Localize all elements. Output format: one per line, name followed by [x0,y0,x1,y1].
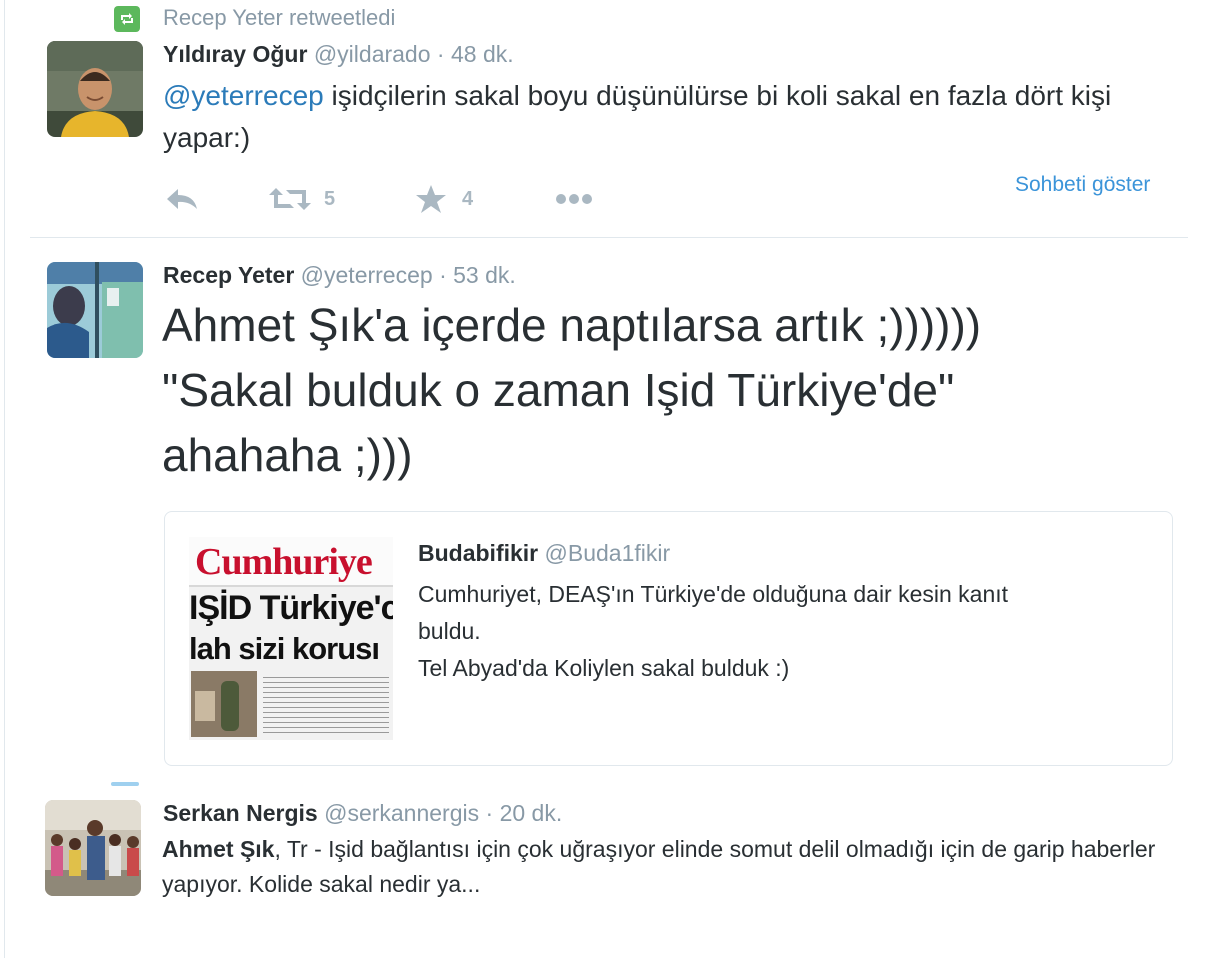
quoted-author-name[interactable]: Budabifikir [418,540,538,566]
retweet-context-text[interactable]: Recep Yeter retweetledi [163,5,395,31]
bold-prefix[interactable]: Ahmet Şık [162,836,274,862]
reply-icon [167,189,197,209]
newspaper-subheadline: lah sizi korusı [189,631,380,666]
tweet-timestamp[interactable]: 53 dk. [453,262,516,288]
retweet-count: 5 [324,187,336,210]
separator-dot: · [485,800,494,826]
tweet-divider [30,237,1188,238]
star-icon [416,185,446,213]
tweet-header: Recep Yeter @yeterrecep · 53 dk. [163,261,516,289]
author-name[interactable]: Serkan Nergis [163,800,318,826]
left-border [4,0,5,958]
tweet-line: "Sakal bulduk o zaman Işid Türkiye'de" [162,364,955,416]
tweet-text: @yeterrecep işidçilerin sakal boyu düşün… [163,75,1163,159]
quoted-line: Cumhuriyet, DEAŞ'ın Türkiye'de olduğuna … [418,581,1009,607]
author-handle[interactable]: @serkannergis [324,800,479,826]
newspaper-headline: IŞİD Türkiye'c [189,589,393,627]
retweet-icon [114,6,140,32]
separator-dot: · [439,262,447,288]
reply-button[interactable] [165,186,199,212]
scroll-artifact [111,782,139,786]
more-button[interactable] [555,189,595,209]
tweet-header: Serkan Nergis @serkannergis · 20 dk. [163,799,562,827]
quoted-tweet-text: Cumhuriyet, DEAŞ'ın Türkiye'de olduğuna … [418,576,1158,687]
tweet-body: , Tr - Işid bağlantısı için çok uğraşıyo… [162,836,1156,897]
quoted-tweet-image[interactable]: Cumhuriye IŞİD Türkiye'c lah sizi korusı [189,537,393,740]
avatar-yildiray[interactable] [47,41,143,137]
author-handle[interactable]: @yildarado [314,41,431,67]
newspaper-text-block [263,673,389,737]
newspaper-photo [191,671,257,737]
favorite-button[interactable]: 4 [415,184,473,214]
show-conversation-link[interactable]: Sohbeti göster [1015,173,1150,197]
favorite-count: 4 [462,187,474,210]
quoted-tweet-card[interactable]: Cumhuriye IŞİD Türkiye'c lah sizi korusı… [164,511,1173,766]
tweet-text: Ahmet Şık, Tr - Işid bağlantısı için çok… [162,832,1182,902]
tweet-line: ahahaha ;))) [162,429,413,481]
tweet-timestamp[interactable]: 48 dk. [451,41,514,67]
newspaper-masthead: Cumhuriye [195,541,373,583]
quoted-author-handle[interactable]: @Buda1fikir [545,540,671,566]
tweet-header: Yıldıray Oğur @yildarado · 48 dk. [163,40,514,68]
retweet-button[interactable]: 5 [268,186,335,212]
mention-link[interactable]: @yeterrecep [163,80,324,111]
avatar-recep[interactable] [47,262,143,358]
quoted-tweet-header: Budabifikir @Buda1fikir [418,540,670,567]
tweet-text-large: Ahmet Şık'a içerde naptılarsa artık ;)))… [162,293,1202,488]
quoted-line: Tel Abyad'da Koliylen sakal bulduk :) [418,655,790,681]
author-name[interactable]: Recep Yeter [163,262,294,288]
author-name[interactable]: Yıldıray Oğur [163,41,307,67]
tweet-line: Ahmet Şık'a içerde naptılarsa artık ;)))… [162,299,982,351]
quoted-line: buldu. [418,618,481,644]
separator-dot: · [436,41,445,67]
retweet-action-icon [269,188,311,210]
tweet-timestamp[interactable]: 20 dk. [500,800,563,826]
more-dots-icon [556,194,592,204]
avatar-serkan[interactable] [45,800,141,896]
author-handle[interactable]: @yeterrecep [301,262,433,288]
